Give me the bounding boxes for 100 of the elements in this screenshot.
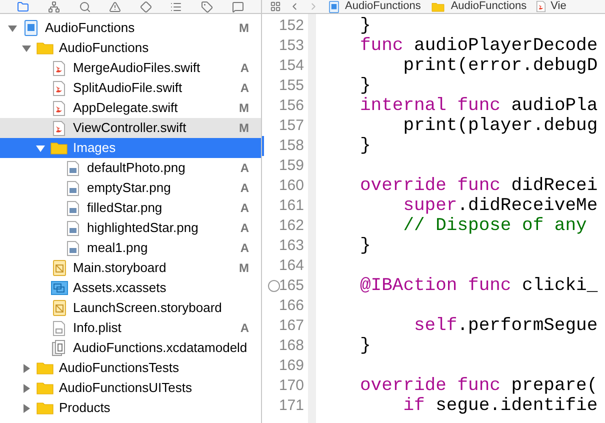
folder-icon [431,1,445,12]
code-line: print(error.debugD [402,54,598,78]
code-line: } [360,134,371,158]
file-name: emptyStar.png [87,179,171,198]
file-tree-row[interactable]: emptyStar.png A [0,178,261,198]
source-control-status: M [239,20,249,37]
folder-icon [36,401,54,415]
file-name: AudioFunctionsUITests [59,379,192,398]
file-tree-row[interactable]: AppDelegate.swift M [0,98,261,118]
breadcrumb-item[interactable]: Vie [534,0,566,15]
diamond-icon[interactable] [140,0,152,12]
swift-file-icon [53,60,65,76]
storyboard-file-icon [52,300,66,316]
file-name: AppDelegate.swift [73,99,178,118]
search-icon[interactable] [78,0,91,12]
source-control-status: A [240,160,249,177]
file-tree-row[interactable]: meal1.png A [0,238,261,258]
folder-icon [50,141,68,155]
file-tree-row[interactable]: defaultPhoto.png A [0,158,261,178]
file-tree-row[interactable]: filledStar.png A [0,198,261,218]
file-name: AudioFunctionsTests [59,359,179,378]
file-tree-row[interactable]: Products [0,398,261,418]
file-tree-row[interactable]: Images [0,138,261,158]
line-number: 163 [278,236,304,256]
file-tree-row[interactable]: SplitAudioFile.swift A [0,78,261,98]
asset-catalog-icon [50,281,68,295]
source-control-status: A [240,60,249,77]
source-control-status: A [240,320,249,337]
line-number: 161 [278,196,304,216]
file-tree-row[interactable]: Assets.xcassets [0,278,261,298]
plist-file-icon [53,320,65,336]
tag-icon[interactable] [201,0,214,12]
file-tree-row[interactable]: AudioFunctions [0,38,261,58]
file-tree-row[interactable]: AudioFunctions.xcdatamodeld [0,338,261,358]
file-tree-row[interactable]: highlightedStar.png A [0,218,261,238]
source-control-status: M [239,260,249,277]
file-tree-row[interactable]: LaunchScreen.storyboard [0,298,261,318]
collapsed-triangle-icon[interactable] [22,364,30,372]
file-name: defaultPhoto.png [87,159,186,178]
collapsed-triangle-icon[interactable] [22,384,30,392]
line-number: 165 [278,276,304,296]
source-control-status: M [239,100,249,117]
breadcrumb-item[interactable]: AudioFunctions [327,0,421,15]
line-number: 154 [278,56,304,76]
file-name: SplitAudioFile.swift [73,79,182,98]
file-tree-row[interactable]: AudioFunctions M [0,18,261,38]
line-number: 168 [278,336,304,356]
code-line: internal func audioPla [360,94,598,117]
file-tree-row[interactable]: ViewController.swift M [0,118,261,138]
line-number: 170 [278,376,304,396]
file-name: MergeAudioFiles.swift [73,59,200,78]
chat-icon[interactable] [232,0,244,12]
source-control-status: A [240,240,249,257]
file-tree-row[interactable]: Main.storyboard M [0,258,261,278]
source-control-status: A [240,220,249,237]
file-name: filledStar.png [87,199,162,218]
file-tree-row[interactable]: AudioFunctionsTests [0,358,261,378]
line-number: 152 [278,16,304,36]
hierarchy-icon[interactable] [48,0,60,12]
file-name: LaunchScreen.storyboard [73,299,222,318]
code-line: } [360,14,371,37]
line-number: 157 [278,116,304,136]
file-tree-row[interactable]: Info.plist A [0,318,261,338]
line-number: 153 [278,36,304,56]
code-line: } [360,74,371,97]
expanded-triangle-icon[interactable] [8,24,16,32]
line-number: 162 [278,216,304,236]
expanded-triangle-icon[interactable] [36,144,44,152]
code-line: // Dispose of any [402,214,587,238]
file-name: Products [59,399,110,418]
source-control-status: A [240,180,249,197]
file-tree-row[interactable]: MergeAudioFiles.swift A [0,58,261,78]
file-name: AudioFunctions [45,19,135,38]
swift-file-icon [53,100,65,116]
source-control-status: A [240,200,249,217]
line-number: 158 [278,136,304,156]
source-control-status: A [240,80,249,97]
project-file-icon [24,20,38,36]
code-line: super.didReceiveMe [402,194,598,217]
folder-icon[interactable] [17,0,30,12]
expanded-triangle-icon[interactable] [22,44,30,52]
line-number: 164 [278,256,304,276]
folder-icon [36,381,54,395]
breadcrumb-item[interactable]: AudioFunctions [428,0,527,15]
file-name: Main.storyboard [73,259,166,278]
image-file-icon [67,220,79,236]
code-line: } [360,234,371,258]
line-number: 156 [278,96,304,116]
image-file-icon [67,240,79,256]
file-name: AudioFunctions [59,39,149,58]
collapsed-triangle-icon[interactable] [22,404,30,412]
folder-icon [36,361,54,375]
data-model-icon [52,340,66,356]
file-name: Assets.xcassets [73,279,166,298]
file-tree-row[interactable]: AudioFunctionsUITests [0,378,261,398]
line-number: 159 [278,156,304,176]
swift-file-icon [53,80,65,96]
storyboard-file-icon [52,260,66,276]
warning-icon[interactable] [109,0,122,12]
grid-icon[interactable] [270,1,281,12]
